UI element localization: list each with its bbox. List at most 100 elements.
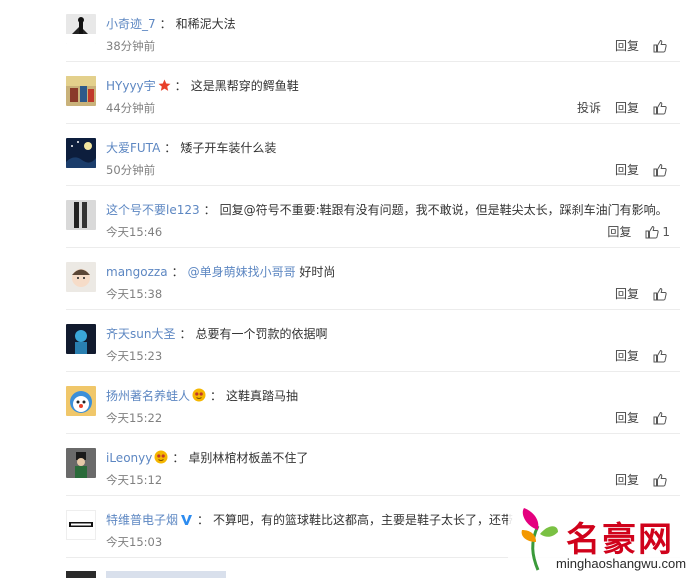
comment-text: 和稀泥大法 bbox=[175, 17, 236, 31]
comment-text: 总要有一个罚款的依据啊 bbox=[195, 327, 328, 341]
report-button[interactable]: 投诉 bbox=[577, 99, 601, 116]
comment-item: 扬州著名养蛙人 ：这鞋真踏马抽 今天15:22 回复 bbox=[66, 372, 680, 434]
username-link[interactable]: 小奇迹_7 bbox=[106, 17, 156, 31]
comment-text: 矮子开车装什么装 bbox=[180, 141, 277, 155]
reply-button[interactable]: 回复 bbox=[615, 409, 639, 426]
comment-content: 特维普电子烟 ：不算吧，有的篮球鞋比这都高，主要是鞋子太长了，还带 bbox=[106, 511, 513, 529]
thumbs-up-icon bbox=[653, 101, 667, 114]
avatar[interactable] bbox=[66, 14, 96, 44]
like-count: 1 bbox=[662, 224, 670, 239]
comment-content: 小奇迹_7：和稀泥大法 bbox=[106, 15, 236, 33]
avatar[interactable] bbox=[66, 76, 96, 106]
thumbs-up-icon bbox=[653, 163, 667, 176]
comment-actions: 回复 bbox=[615, 37, 670, 54]
comment-time: 今天15:23 bbox=[106, 349, 163, 363]
separator: ： bbox=[203, 203, 216, 217]
comment-time: 今天15:22 bbox=[106, 411, 163, 425]
avatar[interactable] bbox=[66, 324, 96, 354]
like-button[interactable]: 1 bbox=[645, 225, 670, 239]
comment-actions: 回复 1 bbox=[607, 223, 670, 240]
comment-time: 今天15:12 bbox=[106, 473, 163, 487]
like-button[interactable] bbox=[653, 163, 670, 177]
reply-button[interactable]: 回复 bbox=[615, 161, 639, 178]
reply-button[interactable]: 回复 bbox=[615, 471, 639, 488]
watermark: 名豪网 minghaoshangwu.com bbox=[508, 500, 690, 578]
comment-item: 这个号不要le123：回复@符号不重要:鞋跟有没有问题，我不敢说，但是鞋尖太长，… bbox=[66, 186, 680, 248]
username-link[interactable]: 扬州著名养蛙人 bbox=[106, 389, 190, 403]
comment-content: 齐天sun大圣 ：总要有一个罚款的依据啊 bbox=[106, 325, 328, 343]
star-badge-icon bbox=[158, 79, 171, 91]
avatar[interactable] bbox=[66, 386, 96, 416]
comment-content: 扬州著名养蛙人 ：这鞋真踏马抽 bbox=[106, 387, 298, 405]
username-link[interactable]: HYyyy宇 bbox=[106, 79, 156, 93]
thumbs-up-icon bbox=[653, 287, 667, 300]
comment-item: HYyyy宇 ：这是黑帮穿的鳄鱼鞋 44分钟前 投诉 回复 bbox=[66, 62, 680, 124]
thumbs-up-icon bbox=[653, 349, 667, 362]
separator: ： bbox=[210, 389, 223, 403]
separator: ： bbox=[171, 265, 184, 279]
comment-text: 这鞋真踏马抽 bbox=[226, 389, 299, 403]
emoji-badge-icon bbox=[154, 450, 168, 464]
comment-item: mangozza： @单身萌妹找小哥哥 好时尚 今天15:38 回复 bbox=[66, 248, 680, 310]
avatar[interactable] bbox=[66, 571, 96, 578]
thumbs-up-icon bbox=[645, 225, 660, 238]
comment-text: 不算吧，有的篮球鞋比这都高，主要是鞋子太长了，还带 bbox=[213, 513, 514, 527]
comment-content: 这个号不要le123：回复@符号不重要:鞋跟有没有问题，我不敢说，但是鞋尖太长，… bbox=[106, 201, 668, 219]
avatar[interactable] bbox=[66, 138, 96, 168]
reply-button[interactable]: 回复 bbox=[607, 223, 631, 240]
like-button[interactable] bbox=[653, 411, 670, 425]
comment-text: 卓别林棺材板盖不住了 bbox=[188, 451, 309, 465]
comment-actions: 回复 bbox=[615, 285, 670, 302]
comment-content bbox=[106, 571, 226, 578]
like-button[interactable] bbox=[653, 101, 670, 115]
avatar[interactable] bbox=[66, 262, 96, 292]
like-button[interactable] bbox=[653, 349, 670, 363]
comment-time: 今天15:38 bbox=[106, 287, 163, 301]
avatar[interactable] bbox=[66, 510, 96, 540]
comment-actions: 回复 bbox=[615, 161, 670, 178]
username-link[interactable]: iLeonyy bbox=[106, 451, 152, 465]
comment-text: 这是黑帮穿的鳄鱼鞋 bbox=[190, 79, 299, 93]
reply-button[interactable]: 回复 bbox=[615, 347, 639, 364]
verified-v-icon bbox=[181, 515, 193, 525]
watermark-url: minghaoshangwu.com bbox=[556, 556, 687, 571]
reply-button[interactable]: 回复 bbox=[615, 99, 639, 116]
separator: ： bbox=[164, 141, 177, 155]
avatar[interactable] bbox=[66, 448, 96, 478]
comment-time: 44分钟前 bbox=[106, 101, 156, 115]
like-button[interactable] bbox=[653, 473, 670, 487]
separator: ： bbox=[159, 17, 172, 31]
thumbs-up-icon bbox=[653, 411, 667, 424]
username-link[interactable]: 大爱FUTA bbox=[106, 141, 160, 155]
comment-content: iLeonyy ：卓别林棺材板盖不住了 bbox=[106, 449, 308, 467]
reply-button[interactable]: 回复 bbox=[615, 285, 639, 302]
username-link[interactable]: 这个号不要le123 bbox=[106, 203, 200, 217]
comment-time: 38分钟前 bbox=[106, 39, 156, 53]
comment-text: 好时尚 bbox=[295, 265, 336, 279]
comment-time: 50分钟前 bbox=[106, 163, 156, 177]
username-link[interactable]: 特维普电子烟 bbox=[106, 513, 178, 527]
comment-item: 大爱FUTA ：矮子开车装什么装 50分钟前 回复 bbox=[66, 124, 680, 186]
avatar[interactable] bbox=[66, 200, 96, 230]
like-button[interactable] bbox=[653, 287, 670, 301]
thumbs-up-icon bbox=[653, 473, 667, 486]
comment-item: iLeonyy ：卓别林棺材板盖不住了 今天15:12 回复 bbox=[66, 434, 680, 496]
comment-text: 回复@符号不重要:鞋跟有没有问题，我不敢说，但是鞋尖太长，踩刹车油门有影响。 bbox=[219, 203, 668, 217]
username-link[interactable]: mangozza bbox=[106, 265, 168, 279]
comment-content: 大爱FUTA ：矮子开车装什么装 bbox=[106, 139, 276, 157]
separator: ： bbox=[197, 513, 210, 527]
like-button[interactable] bbox=[653, 39, 670, 53]
comment-content: mangozza： @单身萌妹找小哥哥 好时尚 bbox=[106, 263, 335, 281]
separator: ： bbox=[172, 451, 185, 465]
separator: ： bbox=[174, 79, 187, 93]
comment-item: 小奇迹_7：和稀泥大法 38分钟前 回复 bbox=[66, 0, 680, 62]
comment-actions: 回复 bbox=[615, 409, 670, 426]
comment-content: HYyyy宇 ：这是黑帮穿的鳄鱼鞋 bbox=[106, 77, 299, 95]
username-link[interactable]: 齐天sun大圣 bbox=[106, 327, 175, 341]
thumbs-up-icon bbox=[653, 39, 667, 52]
mention-link[interactable]: @单身萌妹找小哥哥 bbox=[188, 265, 296, 279]
comment-actions: 回复 bbox=[615, 347, 670, 364]
comment-actions: 回复 bbox=[615, 471, 670, 488]
emoji-badge-icon bbox=[192, 388, 206, 402]
reply-button[interactable]: 回复 bbox=[615, 37, 639, 54]
